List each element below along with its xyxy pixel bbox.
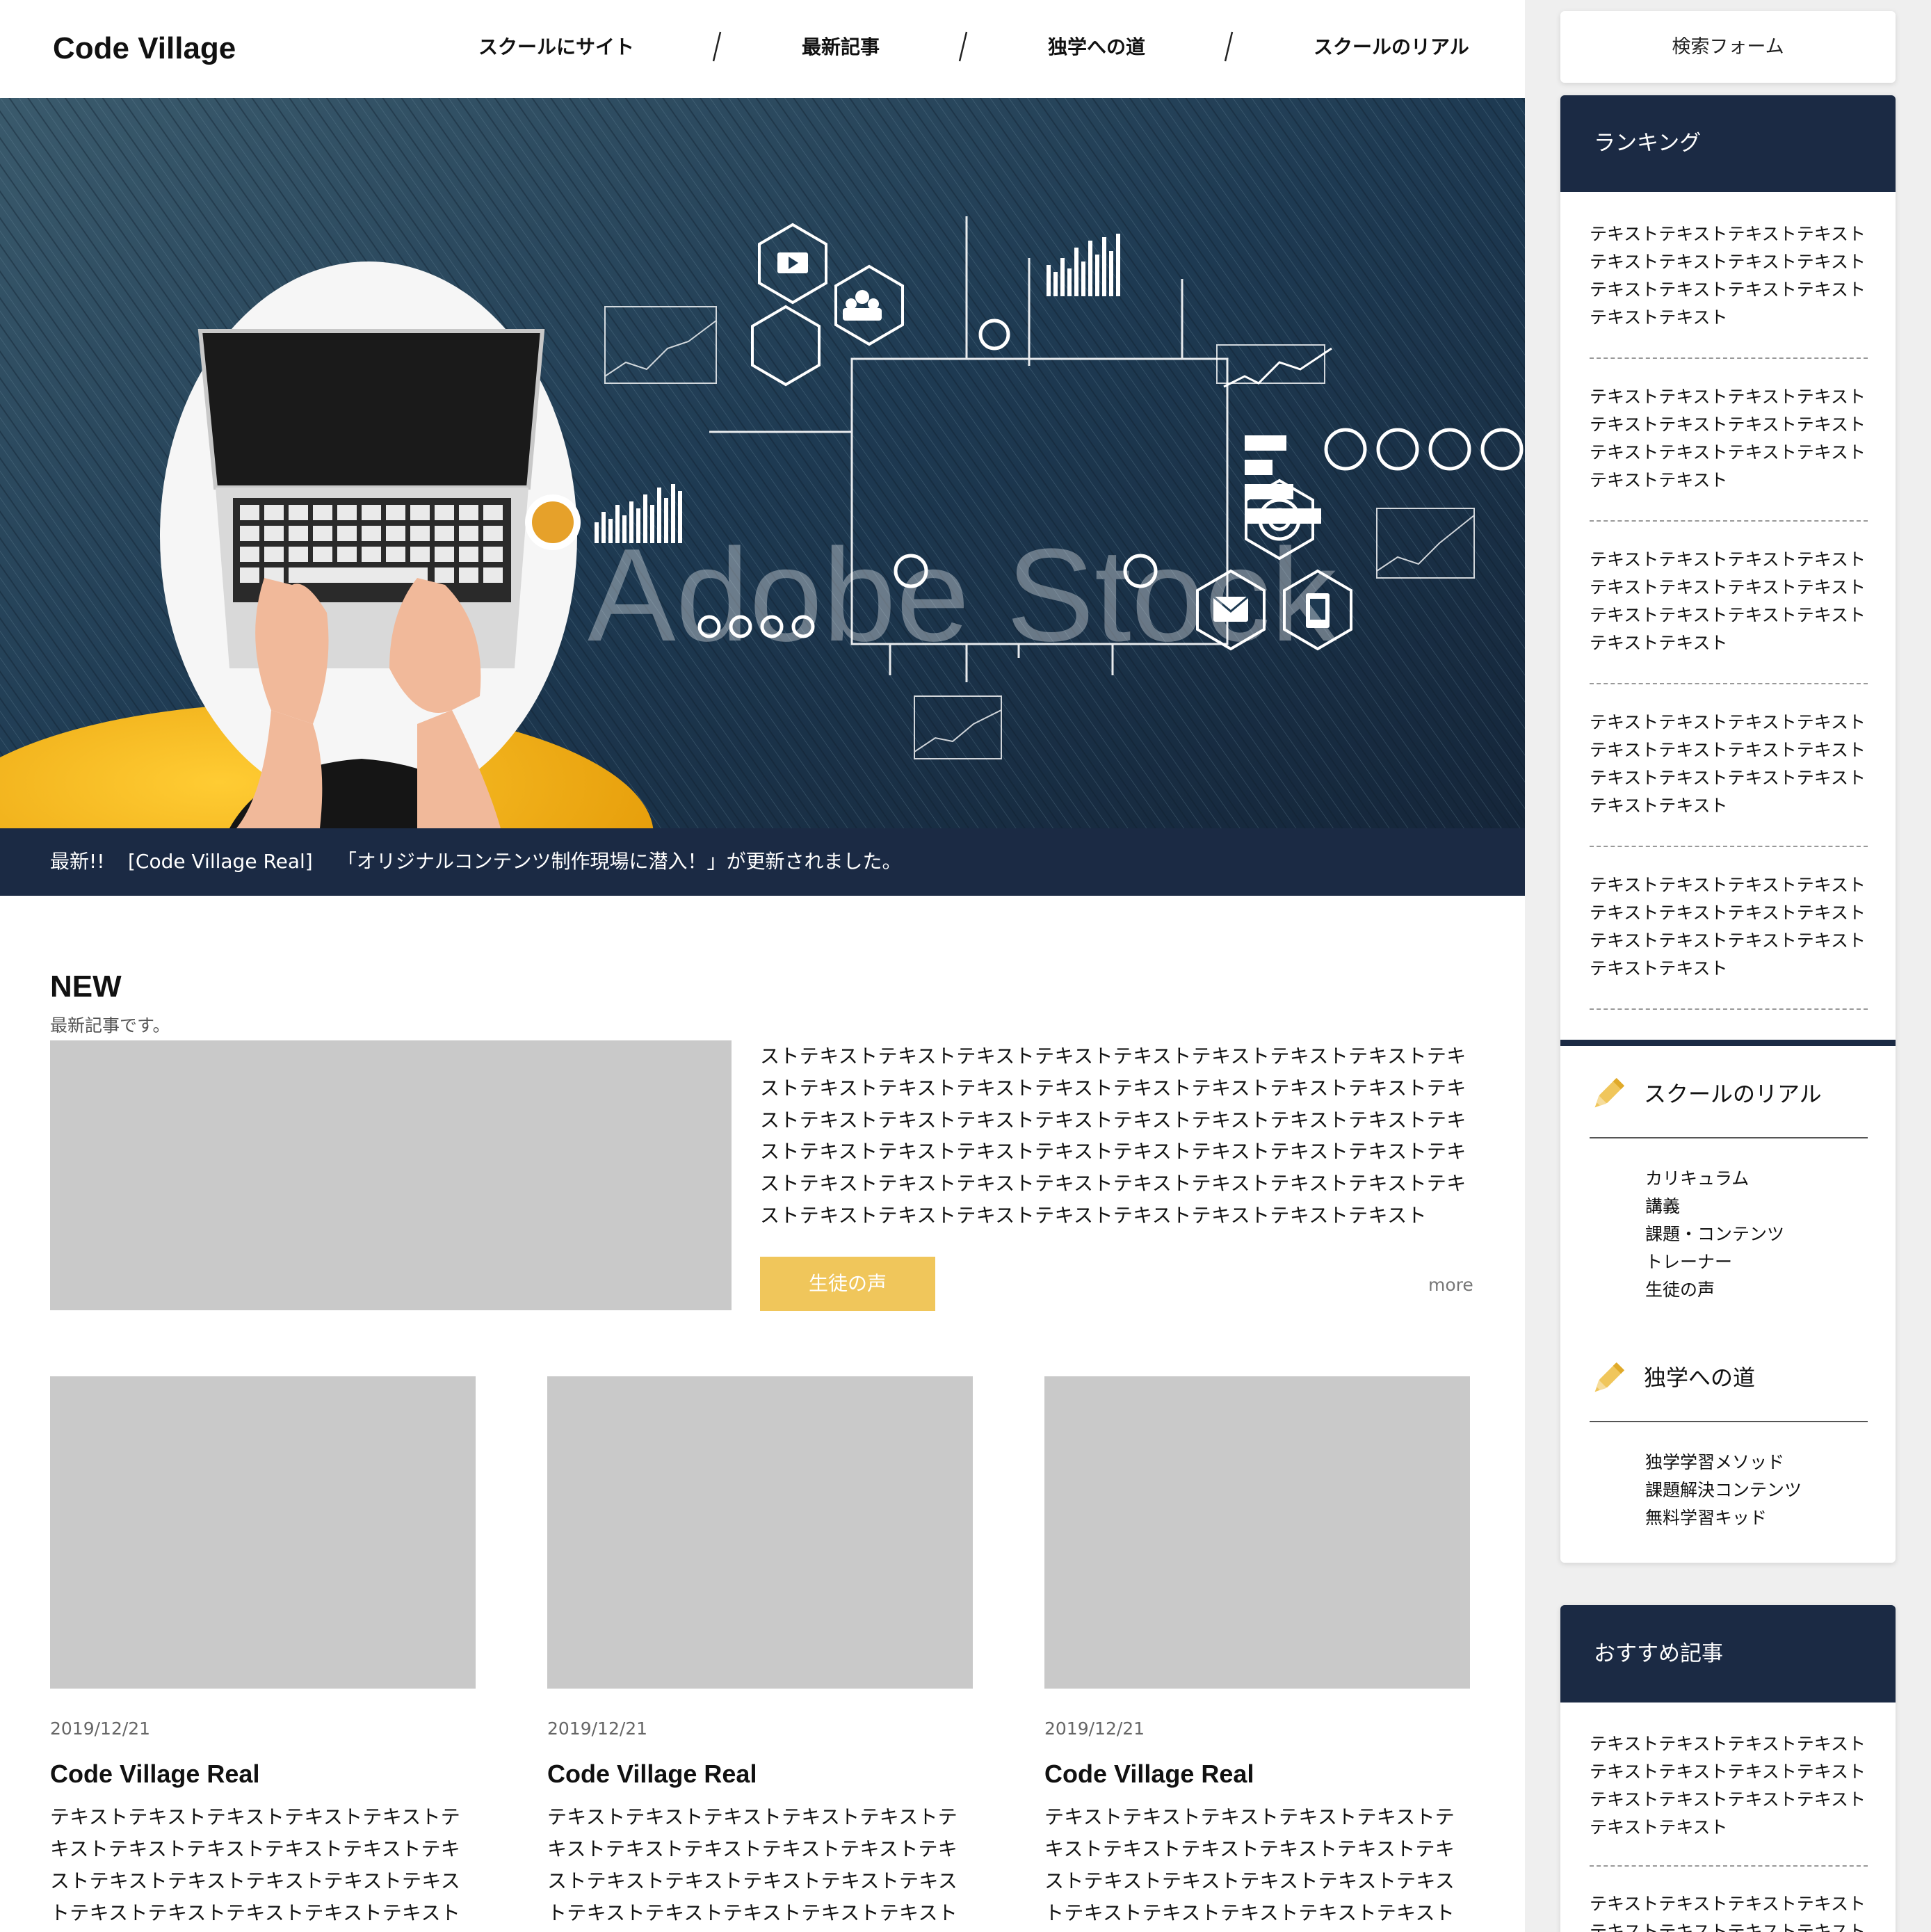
more-link[interactable]: more (1428, 1273, 1473, 1298)
ranking-divider (1590, 357, 1868, 359)
nav-separator (711, 29, 722, 64)
ranking-heading: ランキング (1560, 95, 1896, 192)
ranking-divider (1590, 846, 1868, 847)
featured-image-placeholder[interactable] (50, 1040, 732, 1310)
card-date: 2019/12/21 (1044, 1718, 1145, 1739)
card-image-placeholder[interactable] (50, 1376, 476, 1689)
card-title[interactable]: Code Village Real (1044, 1757, 1254, 1792)
ticker-message[interactable]: 「オリジナルコンテンツ制作現場に潜入！」が更新されました。 (337, 848, 901, 876)
ranking-item[interactable]: テキストテキストテキストテキストテキストテキストテキストテキストテキストテキスト… (1590, 709, 1868, 820)
featured-text: ストテキストテキストテキストテキストテキストテキストテキストテキストテキストテキ… (760, 1045, 1467, 1227)
card-text: テキストテキストテキストテキストテキストテキストテキストテキストテキストテキスト… (1044, 1805, 1455, 1924)
recommended-heading: おすすめ記事 (1560, 1605, 1896, 1702)
category-divider (1590, 1137, 1868, 1138)
site-header: Code Village スクールにサイト 最新記事 独学への道 スクールのリア… (0, 0, 1525, 98)
ranking-panel: ランキング テキストテキストテキストテキストテキストテキストテキストテキストテキ… (1560, 95, 1896, 1563)
recommended-item[interactable]: テキストテキストテキストテキストテキストテキストテキストテキストテキストテキスト… (1590, 1730, 1868, 1842)
ranking-item[interactable]: テキストテキストテキストテキストテキストテキストテキストテキストテキストテキスト… (1590, 220, 1868, 332)
category-link[interactable]: 講義 (1645, 1193, 1680, 1221)
nav-item-self-study[interactable]: 独学への道 (1048, 31, 1145, 64)
card-text: テキストテキストテキストテキストテキストテキストテキストテキストテキストテキスト… (50, 1805, 461, 1924)
nav-separator (1222, 29, 1234, 64)
nav-item-latest[interactable]: 最新記事 (802, 31, 880, 64)
ranking-item[interactable]: テキストテキストテキストテキストテキストテキストテキストテキストテキストテキスト… (1590, 383, 1868, 494)
category-title-school-real[interactable]: スクールのリアル (1644, 1078, 1822, 1110)
nav-item-school-real[interactable]: スクールのリアル (1314, 31, 1469, 64)
pencil-icon (1594, 1362, 1625, 1392)
recommended-divider (1590, 1865, 1868, 1867)
section-title: NEW (50, 969, 122, 1004)
watermark-text: Adobe Stock (588, 522, 1337, 669)
category-link[interactable]: 無料学習キッド (1645, 1504, 1767, 1532)
card-title[interactable]: Code Village Real (50, 1757, 259, 1792)
search-form[interactable]: 検索フォーム (1560, 11, 1896, 83)
card-text: テキストテキストテキストテキストテキストテキストテキストテキストテキストテキスト… (547, 1805, 958, 1924)
category-divider (1590, 1421, 1868, 1422)
hero-image: Adobe Stock (0, 98, 1525, 828)
panel-divider-bar (1560, 1040, 1896, 1046)
main-column: Code Village スクールにサイト 最新記事 独学への道 スクールのリア… (0, 0, 1525, 1932)
pencil-icon (1594, 1077, 1625, 1108)
category-link[interactable]: 独学学習メソッド (1645, 1449, 1784, 1476)
category-link[interactable]: カリキュラム (1645, 1165, 1749, 1193)
ranking-divider (1590, 1008, 1868, 1010)
student-voice-button[interactable]: 生徒の声 (760, 1257, 935, 1311)
category-link[interactable]: 生徒の声 (1645, 1276, 1715, 1304)
nav-separator (957, 29, 968, 64)
card-date: 2019/12/21 (547, 1718, 648, 1739)
category-link[interactable]: トレーナー (1645, 1248, 1732, 1276)
section-subtitle: 最新記事です。 (50, 1015, 170, 1036)
category-link[interactable]: 課題・コンテンツ (1645, 1221, 1784, 1248)
recommended-item[interactable]: テキストテキストテキストテキストテキストテキストテキストテキスト (1590, 1890, 1868, 1932)
card-date: 2019/12/21 (50, 1718, 151, 1739)
card-image-placeholder[interactable] (547, 1376, 973, 1689)
news-ticker[interactable]: 最新!! [Code Village Real] 「オリジナルコンテンツ制作現場… (0, 828, 1525, 896)
ranking-divider (1590, 683, 1868, 684)
category-title-self-study[interactable]: 独学への道 (1644, 1362, 1755, 1394)
ranking-item[interactable]: テキストテキストテキストテキストテキストテキストテキストテキストテキストテキスト… (1590, 546, 1868, 657)
recommended-panel: おすすめ記事 テキストテキストテキストテキストテキストテキストテキストテキストテ… (1560, 1605, 1896, 1932)
card-image-placeholder[interactable] (1044, 1376, 1470, 1689)
card-title[interactable]: Code Village Real (547, 1757, 757, 1792)
nav-item-school-site[interactable]: スクールにサイト (478, 31, 634, 64)
ticker-tag: [Code Village Real] (128, 850, 313, 873)
category-link[interactable]: 課題解決コンテンツ (1645, 1476, 1802, 1504)
ticker-label: 最新!! (50, 850, 105, 873)
ranking-divider (1590, 520, 1868, 522)
site-logo[interactable]: Code Village (53, 26, 236, 71)
ranking-item[interactable]: テキストテキストテキストテキストテキストテキストテキストテキストテキストテキスト… (1590, 871, 1868, 983)
